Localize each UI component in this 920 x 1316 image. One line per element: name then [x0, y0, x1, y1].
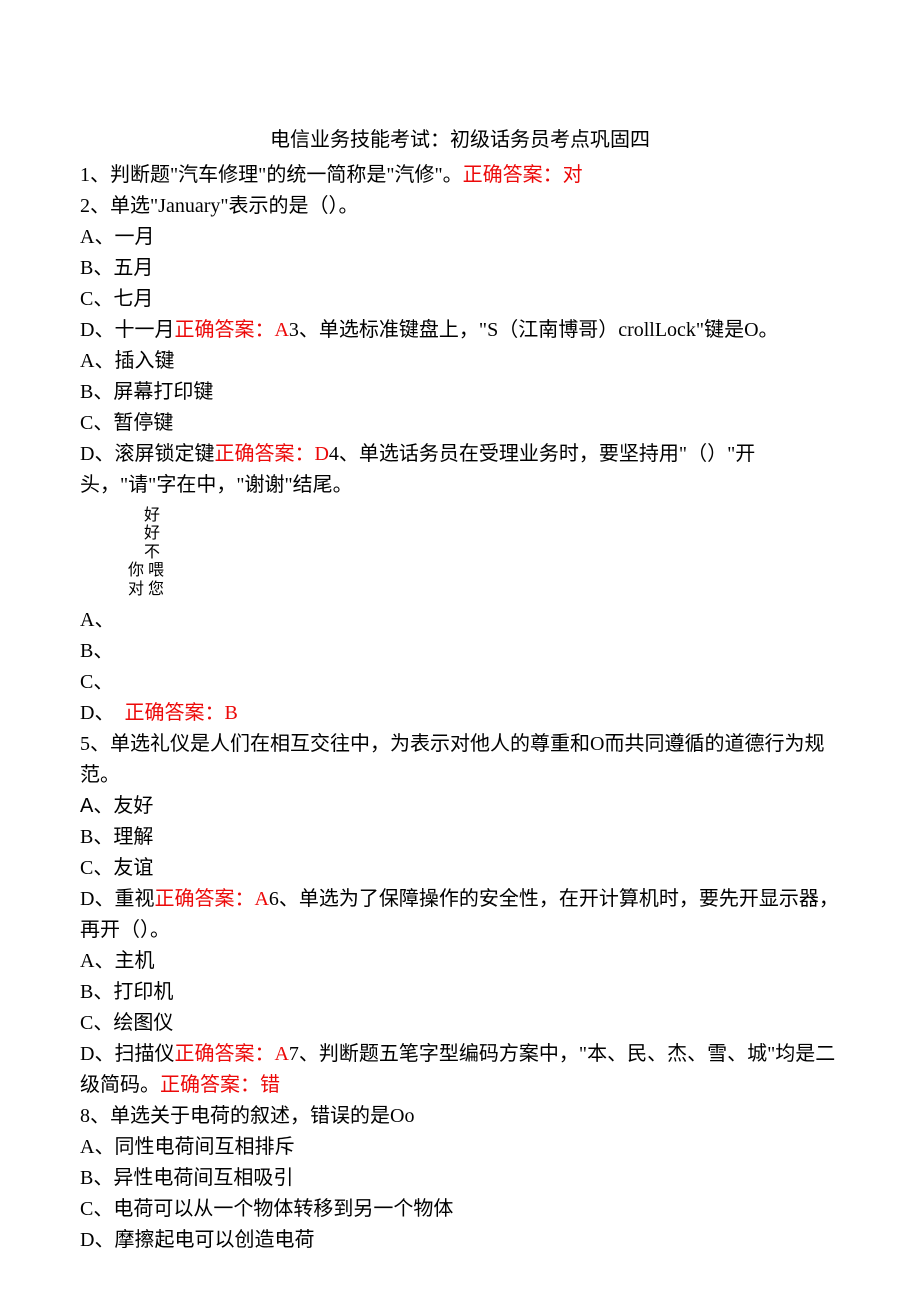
- q2-stem: 2、单选"January"表示的是（）。: [80, 191, 840, 222]
- stack-row-3: 不: [128, 544, 164, 562]
- q8-opt-b: B、异性电荷间互相吸引: [80, 1163, 840, 1194]
- stack-row-5: 对 您: [128, 581, 164, 599]
- q4-opt-d-text: D、: [80, 702, 124, 724]
- document-page: 电信业务技能考试：初级话务员考点巩固四 1、判断题"汽车修理"的统一简称是"汽修…: [0, 0, 920, 1316]
- q4-opt-c: C、: [80, 667, 840, 698]
- q2-opt-b: B、五月: [80, 253, 840, 284]
- q6-opt-a: A、主机: [80, 946, 840, 977]
- q5-opt-d-text: D、重视: [80, 888, 154, 910]
- q2-opt-d-text: D、十一月: [80, 319, 174, 341]
- q2-opt-d-and-q3: D、十一月正确答案：A3、单选标准键盘上，"S（江南博哥）crollLock"键…: [80, 315, 840, 346]
- page-title: 电信业务技能考试：初级话务员考点巩固四: [80, 125, 840, 156]
- stack-row-2: 好: [128, 525, 164, 543]
- q3-opt-d-text: D、滚屏锁定键: [80, 443, 214, 465]
- q5-opt-d-and-q6: D、重视正确答案：A6、单选为了保障操作的安全性，在开计算机时，要先开显示器，再…: [80, 884, 840, 946]
- q3-runon: 3、单选标准键盘上，"S（江南博哥）crollLock"键是O。: [289, 319, 779, 341]
- q6-opt-d-and-q7: D、扫描仪正确答案：A7、判断题五笔字型编码方案中，"本、民、杰、雪、城"均是二…: [80, 1039, 840, 1101]
- q6-opt-c: C、绘图仪: [80, 1008, 840, 1039]
- stacked-chars: 好 好 不 你 喂 对 您: [80, 501, 164, 605]
- q5-stem: 5、单选礼仪是人们在相互交往中，为表示对他人的尊重和O而共同遵循的道德行为规范。: [80, 729, 840, 791]
- stack-row-4: 你 喂: [128, 562, 164, 580]
- q7-answer: 正确答案：错: [160, 1074, 280, 1096]
- q3-opt-d-and-q4: D、滚屏锁定键正确答案：D4、单选话务员在受理业务时，要坚持用"（）"开头，"请…: [80, 439, 840, 501]
- q8-opt-a: A、同性电荷间互相排斥: [80, 1132, 840, 1163]
- q3-opt-c: C、暂停键: [80, 408, 840, 439]
- q3-opt-a: A、插入键: [80, 346, 840, 377]
- q6-opt-b: B、打印机: [80, 977, 840, 1008]
- q2-answer: 正确答案：A: [174, 319, 288, 341]
- q5-opt-b: B、理解: [80, 822, 840, 853]
- q2-opt-c: C、七月: [80, 284, 840, 315]
- q5-opt-a: A、友好: [80, 791, 840, 822]
- q5-opt-a-letter: A: [80, 795, 93, 817]
- q4-answer: 正确答案：B: [124, 702, 237, 724]
- q6-answer: 正确答案：A: [174, 1043, 288, 1065]
- q8-opt-c: C、电荷可以从一个物体转移到另一个物体: [80, 1194, 840, 1225]
- q5-opt-a-text: 、友好: [93, 795, 153, 817]
- q1-line: 1、判断题"汽车修理"的统一简称是"汽修"。正确答案：对: [80, 160, 840, 191]
- q4-opt-b: B、: [80, 636, 840, 667]
- q2-opt-a: A、一月: [80, 222, 840, 253]
- q1-text: 1、判断题"汽车修理"的统一简称是"汽修"。: [80, 164, 463, 186]
- q4-opt-a: A、: [80, 605, 840, 636]
- q8-stem: 8、单选关于电荷的叙述，错误的是Oo: [80, 1101, 840, 1132]
- q4-opt-d: D、 正确答案：B: [80, 698, 840, 729]
- q3-answer: 正确答案：D: [214, 443, 328, 465]
- q5-opt-c: C、友谊: [80, 853, 840, 884]
- q3-opt-b: B、屏幕打印键: [80, 377, 840, 408]
- q8-opt-d: D、摩擦起电可以创造电荷: [80, 1225, 840, 1256]
- stack-row-1: 好: [128, 507, 164, 525]
- q5-answer: 正确答案：A: [154, 888, 268, 910]
- q6-opt-d-text: D、扫描仪: [80, 1043, 174, 1065]
- q1-answer: 正确答案：对: [463, 164, 583, 186]
